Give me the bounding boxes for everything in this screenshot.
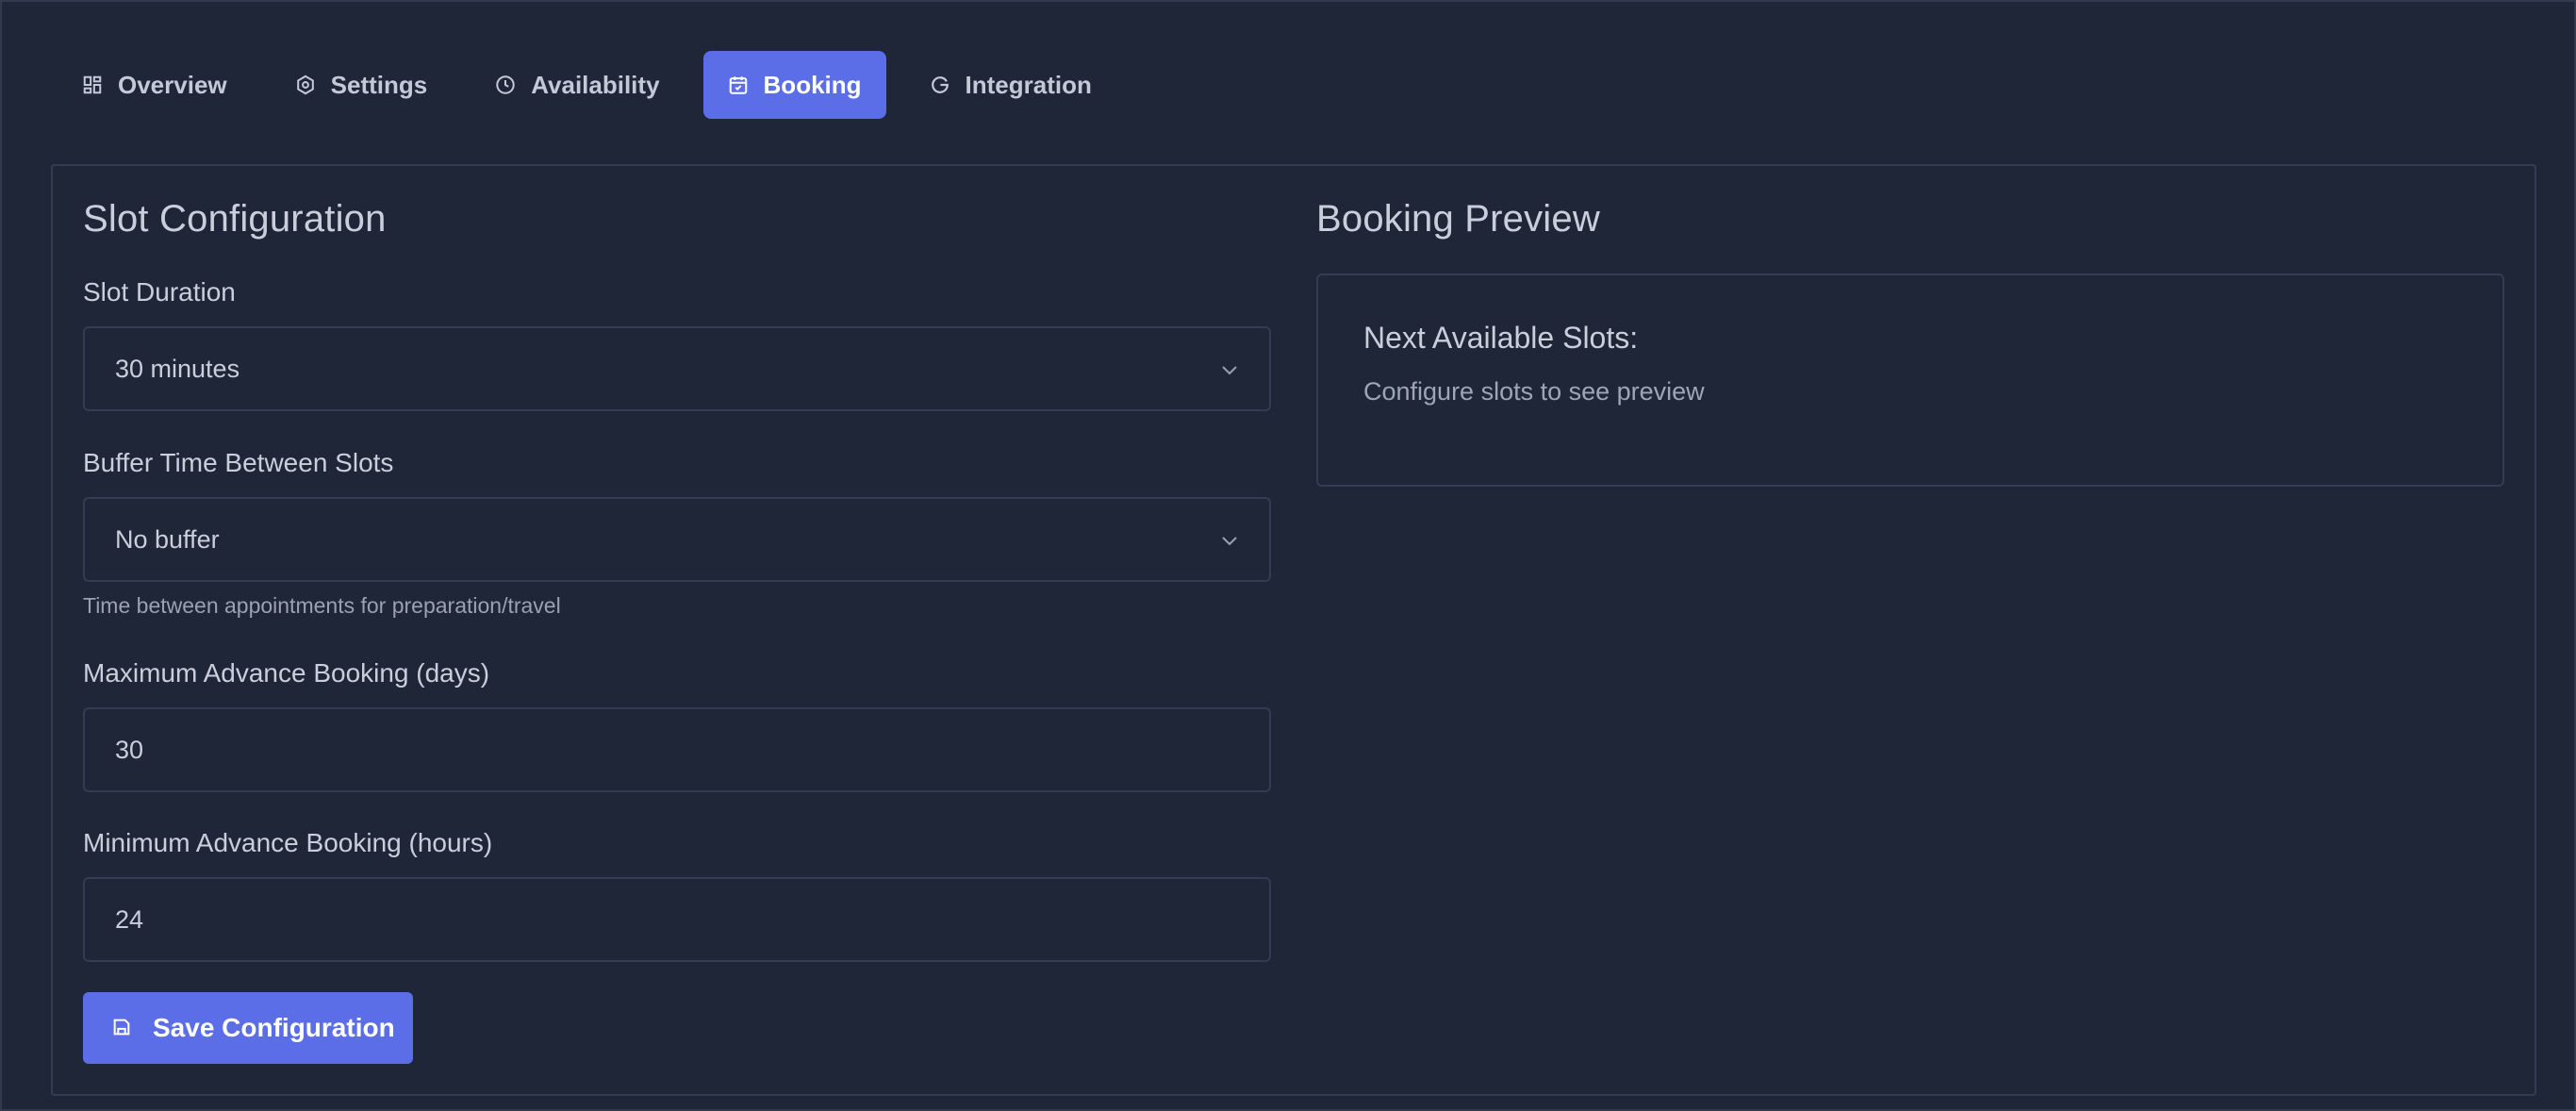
min-advance-input[interactable]: 24 (83, 877, 1271, 962)
tab-label: Availability (531, 70, 660, 99)
tab-label: Overview (118, 70, 227, 99)
preview-title: Booking Preview (1316, 198, 1600, 240)
buffer-time-value: No buffer (115, 524, 220, 554)
tab-bar: Overview Settings Availability Booking I… (58, 51, 1135, 119)
min-advance-label: Minimum Advance Booking (hours) (83, 828, 493, 857)
booking-settings-page: Overview Settings Availability Booking I… (0, 0, 2576, 1111)
next-slots-title: Next Available Slots: (1363, 321, 1639, 355)
save-configuration-button[interactable]: Save Configuration (83, 992, 413, 1064)
preview-card: Next Available Slots: Configure slots to… (1316, 274, 2504, 487)
tab-label: Booking (763, 70, 862, 99)
clock-icon (495, 75, 516, 95)
tab-label: Integration (965, 70, 1092, 99)
tab-settings[interactable]: Settings (271, 51, 453, 119)
google-icon (930, 75, 950, 95)
tab-label: Settings (330, 70, 428, 99)
preview-placeholder: Configure slots to see preview (1363, 377, 1705, 406)
slot-duration-label: Slot Duration (83, 277, 236, 307)
tab-integration[interactable]: Integration (905, 51, 1116, 119)
tab-overview[interactable]: Overview (58, 51, 252, 119)
chevron-down-icon (1218, 529, 1241, 552)
max-advance-input[interactable]: 30 (83, 707, 1271, 792)
tab-availability[interactable]: Availability (471, 51, 684, 119)
buffer-time-label: Buffer Time Between Slots (83, 448, 394, 477)
booking-panel: Slot Configuration Slot Duration 30 minu… (51, 164, 2536, 1096)
slot-duration-select[interactable]: 30 minutes (83, 326, 1271, 411)
min-advance-value: 24 (115, 904, 144, 934)
slot-duration-value: 30 minutes (115, 354, 240, 383)
tab-booking[interactable]: Booking (702, 51, 886, 119)
grid-icon (82, 75, 103, 95)
max-advance-value: 30 (115, 735, 144, 764)
buffer-time-select[interactable]: No buffer (83, 497, 1271, 582)
calendar-icon (728, 75, 749, 95)
save-icon (111, 1017, 134, 1039)
buffer-time-helper: Time between appointments for preparatio… (83, 593, 561, 618)
max-advance-label: Maximum Advance Booking (days) (83, 658, 490, 688)
chevron-down-icon (1218, 358, 1241, 381)
save-button-label: Save Configuration (153, 1013, 395, 1042)
hexagon-gear-icon (295, 75, 316, 95)
section-title: Slot Configuration (83, 198, 387, 240)
